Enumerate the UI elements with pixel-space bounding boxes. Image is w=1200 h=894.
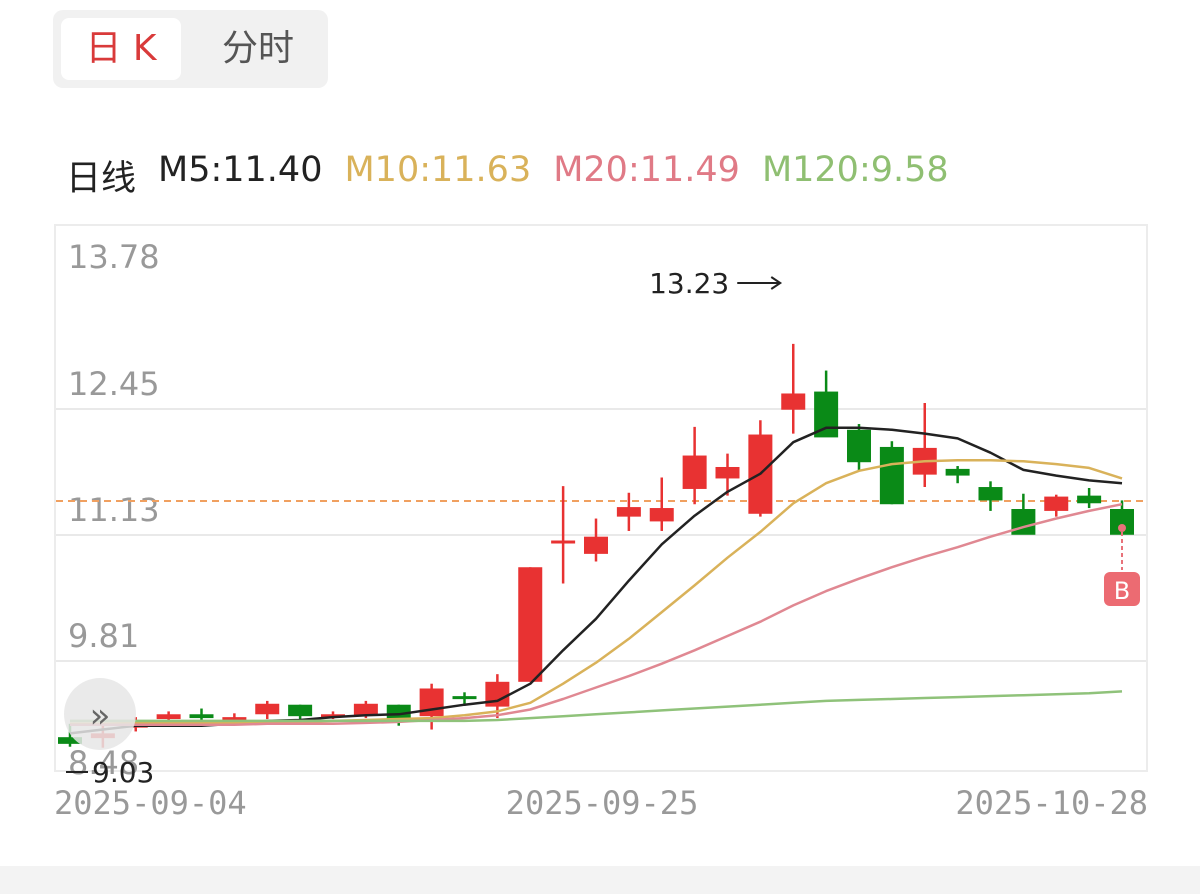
candle-body: [879, 446, 904, 505]
candle: [419, 683, 444, 730]
candle-body: [1044, 496, 1069, 511]
candle: [945, 466, 970, 484]
candle: [649, 477, 674, 531]
y-tick-label: 12.45: [68, 365, 160, 403]
candle: [879, 441, 904, 505]
x-tick-label: 2025-10-28: [955, 784, 1148, 822]
y-tick-label: 9.81: [68, 617, 139, 655]
x-axis-labels: 2025-09-04 2025-09-25 2025-10-28: [54, 784, 1148, 822]
candle-body: [847, 429, 871, 463]
candle-body: [288, 704, 313, 717]
candle-body: [1011, 509, 1036, 535]
candle-body: [551, 540, 576, 544]
buy-marker-dot: [1118, 524, 1126, 532]
x-tick-label: 2025-09-04: [54, 784, 247, 822]
y-tick-label: 13.78: [68, 238, 160, 276]
scroll-left-button[interactable]: »: [64, 678, 136, 750]
candle-body: [978, 487, 1003, 501]
candle-body: [255, 703, 280, 715]
candle: [1044, 494, 1069, 517]
double-chevron-icon: »: [90, 696, 111, 736]
candle: [584, 518, 608, 562]
y-tick-label: 11.13: [68, 491, 160, 529]
candle-body: [156, 714, 181, 720]
annotations: 13.239.03B: [66, 267, 1140, 789]
candle-body: [715, 466, 740, 479]
candle-body: [584, 536, 608, 554]
kline-chart[interactable]: 13.7812.4511.139.818.48 13.239.03B 2025-…: [0, 0, 1200, 866]
candle: [847, 424, 871, 471]
candle-body: [189, 714, 214, 719]
candle: [715, 453, 740, 496]
candle-body: [353, 703, 378, 716]
candle: [1077, 487, 1102, 509]
candle-body: [649, 508, 674, 522]
buy-marker-label: B: [1114, 577, 1130, 605]
bottom-bar: [0, 866, 1200, 894]
candle: [912, 403, 937, 488]
candle: [748, 420, 773, 517]
candle: [518, 567, 543, 682]
candle: [682, 426, 707, 505]
high-price-annotation: 13.23: [649, 267, 729, 300]
chart-grid: [56, 407, 1146, 663]
candle-body: [1077, 495, 1102, 504]
candle-body: [682, 455, 707, 489]
candle-body: [781, 393, 806, 410]
candle: [255, 700, 280, 720]
candle-body: [518, 567, 543, 682]
candle-body: [452, 696, 477, 700]
candle: [781, 343, 806, 434]
candle-body: [616, 507, 641, 517]
candle: [616, 492, 641, 531]
candle-body: [419, 688, 444, 717]
ma-line-m10: [70, 459, 1123, 726]
candle-body: [945, 468, 970, 476]
ma-line-m120: [70, 690, 1123, 723]
candle: [978, 481, 1003, 511]
x-tick-label: 2025-09-25: [506, 784, 699, 822]
